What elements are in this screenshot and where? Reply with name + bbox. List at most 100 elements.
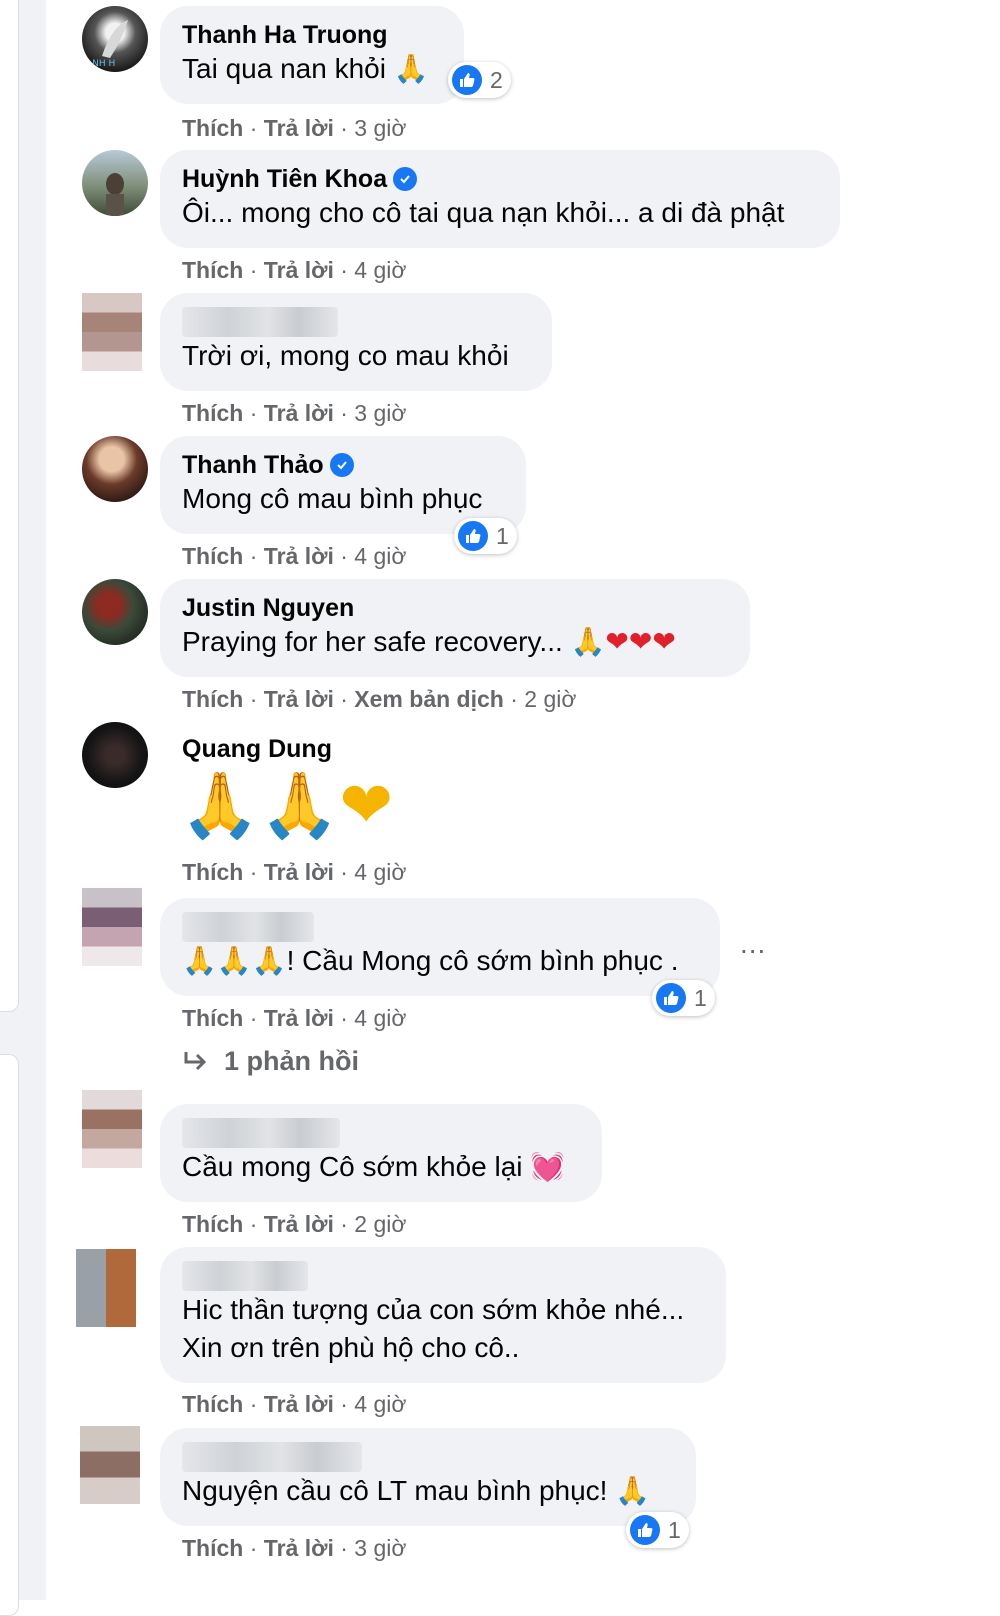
avatar[interactable] xyxy=(82,1090,142,1168)
like-link[interactable]: Thích xyxy=(182,859,243,885)
reaction-count-value: 1 xyxy=(496,522,509,549)
like-link[interactable]: Thích xyxy=(182,257,243,283)
comment-author[interactable]: Thanh Thảo xyxy=(182,450,324,480)
like-link[interactable]: Thích xyxy=(182,1535,243,1561)
like-link[interactable]: Thích xyxy=(182,1391,243,1417)
reply-link[interactable]: Trả lời xyxy=(264,115,334,141)
reaction-count-value: 1 xyxy=(668,1516,681,1543)
pray-emoji: 🙏 xyxy=(393,52,429,85)
like-icon xyxy=(458,521,488,551)
pray-emoji: 🙏🙏❤ xyxy=(180,769,393,843)
comment-text: Tai qua nan khỏi xyxy=(182,53,386,84)
avatar[interactable] xyxy=(76,1249,136,1327)
reply-link[interactable]: Trả lời xyxy=(264,859,334,885)
reply-link[interactable]: Trả lời xyxy=(264,686,334,712)
blurred-author-name xyxy=(182,307,338,337)
comment-actions: Thích · Trả lời · 4 giờ xyxy=(182,1391,407,1417)
reply-link[interactable]: Trả lời xyxy=(264,400,334,426)
comment-text: Praying for her safe recovery... xyxy=(182,626,563,657)
avatar[interactable] xyxy=(82,579,148,645)
post-panel-edge xyxy=(0,0,19,1012)
reaction-count[interactable]: 2 xyxy=(448,62,511,98)
heart-emoji: 💓 xyxy=(530,1150,566,1183)
comment-author[interactable]: Quang Dung xyxy=(182,734,332,764)
verified-badge-icon xyxy=(329,453,354,477)
timestamp[interactable]: 3 giờ xyxy=(354,115,406,141)
avatar[interactable] xyxy=(82,150,148,216)
timestamp[interactable]: 4 giờ xyxy=(354,257,406,283)
translate-link[interactable]: Xem bản dịch xyxy=(354,686,504,712)
comment-author[interactable]: Justin Nguyen xyxy=(182,593,728,623)
timestamp[interactable]: 2 giờ xyxy=(524,686,576,712)
comment-text: Xin ơn trên phù hộ cho cô.. xyxy=(182,1332,520,1363)
like-link[interactable]: Thích xyxy=(182,400,243,426)
pray-emoji: 🙏 xyxy=(615,1474,651,1507)
comment-author[interactable]: Thanh Ha Truong xyxy=(182,20,442,50)
comment-bubble: 🙏🙏🙏! Cầu Mong cô sớm bình phục . xyxy=(160,898,720,996)
svg-text:ANH H: ANH H xyxy=(86,59,115,69)
comment-text: Mong cô mau bình phục xyxy=(182,483,483,514)
comment-text: Ôi... mong cho cô tai qua nạn khỏi... a … xyxy=(182,197,785,228)
reply-arrow-icon xyxy=(184,1051,207,1070)
comment-author[interactable]: Huỳnh Tiên Khoa xyxy=(182,164,387,194)
like-icon xyxy=(452,65,482,95)
comment-bubble: Justin Nguyen Praying for her safe recov… xyxy=(160,579,750,677)
blurred-author-name xyxy=(182,1442,362,1472)
comment-bubble: Huỳnh Tiên Khoa Ôi... mong cho cô tai qu… xyxy=(160,150,840,248)
reply-link[interactable]: Trả lời xyxy=(264,1535,334,1561)
timestamp[interactable]: 4 giờ xyxy=(354,1391,406,1417)
comment-bubble: Trời ơi, mong co mau khỏi xyxy=(160,293,552,391)
like-link[interactable]: Thích xyxy=(182,686,243,712)
left-sidebar-edge xyxy=(0,0,46,1616)
avatar[interactable] xyxy=(80,1426,140,1504)
avatar[interactable]: ANH H xyxy=(82,6,148,72)
comment-text: Nguyện cầu cô LT mau bình phục! xyxy=(182,1475,608,1506)
reaction-count-value: 2 xyxy=(490,66,503,93)
reply-link[interactable]: Trả lời xyxy=(264,1005,334,1031)
comment-actions: Thích · Trả lời · 4 giờ xyxy=(182,1005,407,1031)
reply-link[interactable]: Trả lời xyxy=(264,1211,334,1237)
comment-bubble: Thanh Ha Truong Tai qua nan khỏi 🙏 xyxy=(160,6,464,104)
post-panel-edge xyxy=(0,1054,19,1616)
verified-badge-icon xyxy=(393,167,418,191)
avatar[interactable] xyxy=(82,722,148,788)
like-link[interactable]: Thích xyxy=(182,1211,243,1237)
replies-count: 1 phản hồi xyxy=(224,1046,359,1076)
comment-bubble: Cầu mong Cô sớm khỏe lại 💓 xyxy=(160,1104,602,1202)
blurred-author-name xyxy=(182,912,314,942)
heart-emoji: 🙏❤❤❤ xyxy=(570,625,676,658)
comment-bubble: Hic thần tượng của con sớm khỏe nhé... X… xyxy=(160,1247,726,1383)
blurred-author-name xyxy=(182,1118,340,1148)
timestamp[interactable]: 3 giờ xyxy=(354,400,406,426)
comment-actions: Thích · Trả lời · 3 giờ xyxy=(182,400,407,426)
avatar[interactable] xyxy=(82,888,142,966)
more-options-button[interactable]: ... xyxy=(740,928,766,960)
avatar[interactable] xyxy=(82,436,148,502)
avatar[interactable] xyxy=(82,293,142,371)
timestamp[interactable]: 2 giờ xyxy=(354,1211,406,1237)
timestamp[interactable]: 4 giờ xyxy=(354,859,406,885)
reply-link[interactable]: Trả lời xyxy=(264,543,334,569)
like-link[interactable]: Thích xyxy=(182,1005,243,1031)
timestamp[interactable]: 4 giờ xyxy=(354,543,406,569)
view-replies-link[interactable]: 1 phản hồi xyxy=(182,1046,359,1077)
reply-link[interactable]: Trả lời xyxy=(264,1391,334,1417)
comment-text: ! Cầu Mong cô sớm bình phục . xyxy=(286,945,679,976)
reaction-count[interactable]: 1 xyxy=(652,980,715,1016)
comment-actions: Thích · Trả lời · 4 giờ xyxy=(182,543,407,569)
like-link[interactable]: Thích xyxy=(182,115,243,141)
comment-actions: Thích · Trả lời · 4 giờ xyxy=(182,257,407,283)
reaction-count[interactable]: 1 xyxy=(454,518,517,554)
reply-link[interactable]: Trả lời xyxy=(264,257,334,283)
comment-text: Hic thần tượng của con sớm khỏe nhé... xyxy=(182,1294,685,1325)
comment-emoji-row: 🙏🙏❤ xyxy=(180,766,393,846)
comment-bubble: Nguyện cầu cô LT mau bình phục! 🙏 xyxy=(160,1428,696,1526)
like-link[interactable]: Thích xyxy=(182,543,243,569)
comment-text: Trời ơi, mong co mau khỏi xyxy=(182,340,509,371)
reaction-count-value: 1 xyxy=(694,984,707,1011)
timestamp[interactable]: 4 giờ xyxy=(354,1005,406,1031)
comment-author-row: Thanh Thảo xyxy=(182,450,504,480)
reaction-count[interactable]: 1 xyxy=(626,1512,689,1548)
blurred-author-name xyxy=(182,1261,308,1291)
timestamp[interactable]: 3 giờ xyxy=(354,1535,406,1561)
